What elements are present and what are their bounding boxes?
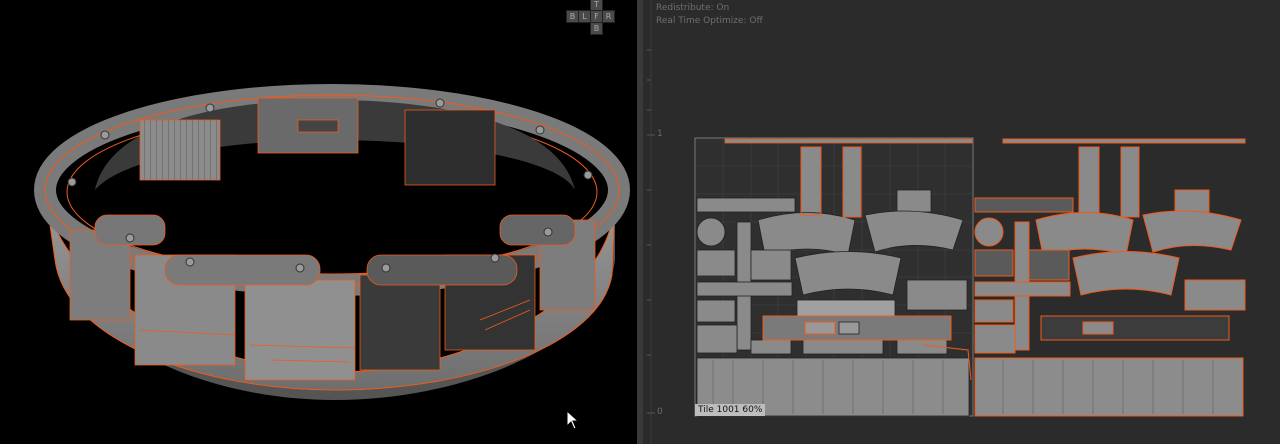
mouse-pointer-icon	[566, 410, 580, 430]
navcube-right[interactable]: R	[602, 10, 615, 23]
view-navigation-cube[interactable]: T B L F R B	[566, 0, 624, 40]
uv-editor-panel[interactable]: Redistribute: On Real Time Optimize: Off…	[643, 0, 1280, 444]
ring-model[interactable]	[0, 0, 637, 444]
tile-label: Tile 1001 60%	[695, 404, 766, 416]
3d-viewport[interactable]: T B L F R B	[0, 0, 637, 444]
app-window: T B L F R B Redistribute: On Real Time O…	[0, 0, 1280, 444]
navcube-bottom[interactable]: B	[590, 22, 603, 35]
uv-layout-canvas[interactable]	[643, 0, 1280, 444]
